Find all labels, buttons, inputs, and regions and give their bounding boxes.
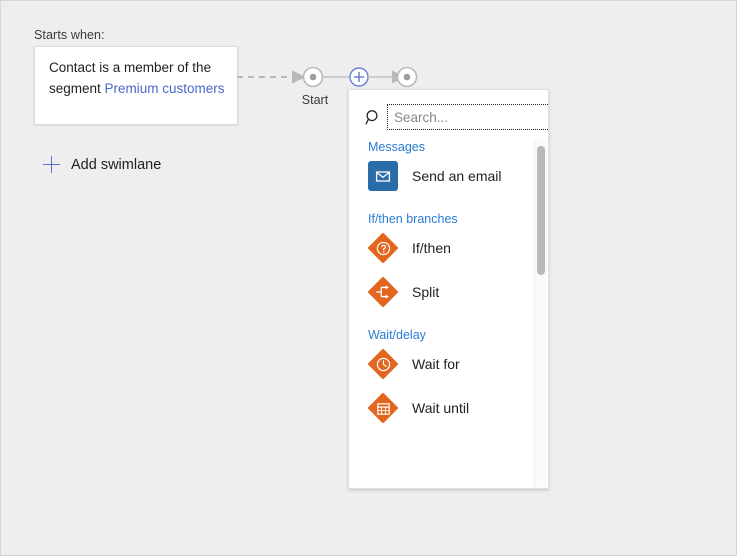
list-item-label: Wait for (412, 356, 460, 372)
list-item-if-then[interactable]: If/then (349, 226, 548, 270)
section-heading-wait-delay: Wait/delay (349, 328, 548, 342)
list-item-split[interactable]: Split (349, 270, 548, 314)
envelope-icon (368, 161, 398, 191)
list-item-label: Send an email (412, 168, 502, 184)
trigger-card[interactable]: Contact is a member of the segment Premi… (34, 46, 238, 125)
panel-scrollbar-track[interactable] (534, 140, 547, 487)
list-item-label: Wait until (412, 400, 469, 416)
panel-search-row (359, 102, 539, 132)
list-item-label: If/then (412, 240, 451, 256)
section-heading-ifthen-branches: If/then branches (349, 212, 548, 226)
search-input[interactable] (387, 104, 549, 130)
trigger-segment-link[interactable]: Premium customers (105, 81, 225, 96)
list-item-label: Split (412, 284, 439, 300)
section-heading-messages: Messages (349, 140, 548, 154)
add-step-flyout-panel: Messages Send an email If/then branches (348, 89, 549, 489)
starts-when-label: Starts when: (34, 28, 105, 42)
journey-canvas[interactable]: Starts when: Contact is a member of the … (0, 0, 737, 556)
list-item-wait-until[interactable]: Wait until (349, 386, 548, 430)
question-circle-icon (368, 233, 398, 263)
add-step-node[interactable] (347, 65, 371, 89)
trigger-card-text: Contact is a member of the segment Premi… (49, 57, 229, 99)
end-node[interactable] (395, 65, 419, 89)
calendar-icon (368, 393, 398, 423)
add-swimlane-label: Add swimlane (71, 157, 161, 173)
split-branch-icon (368, 277, 398, 307)
panel-scrollbar-thumb[interactable] (537, 146, 545, 275)
list-item-send-an-email[interactable]: Send an email (349, 154, 548, 198)
list-item-wait-for[interactable]: Wait for (349, 342, 548, 386)
add-swimlane-button[interactable]: Add swimlane (43, 156, 161, 173)
clock-icon (368, 349, 398, 379)
search-icon[interactable] (359, 103, 387, 131)
plus-icon (43, 156, 60, 173)
step-type-list: Messages Send an email If/then branches (349, 140, 548, 488)
start-node[interactable] (301, 65, 325, 89)
start-node-label: Start (293, 93, 337, 107)
